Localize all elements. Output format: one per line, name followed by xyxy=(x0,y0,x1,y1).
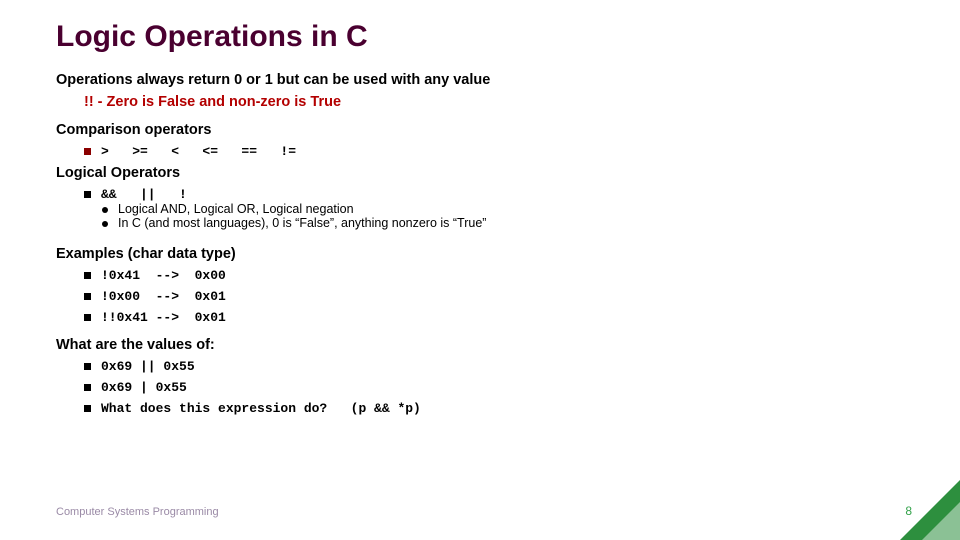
footer-text: Computer Systems Programming xyxy=(56,506,219,518)
values-3: What does this expression do? (p && *p) xyxy=(84,401,904,416)
slide-title: Logic Operations in C xyxy=(56,20,904,54)
disc-bullet-icon xyxy=(102,221,108,227)
logical-ops: && || ! xyxy=(101,187,187,202)
values-2: 0x69 | 0x55 xyxy=(84,380,904,395)
square-bullet-icon xyxy=(84,405,91,412)
values-2-text: 0x69 | 0x55 xyxy=(101,380,187,395)
example-2-text: !0x00 --> 0x01 xyxy=(101,289,226,304)
intro-sub-text: !! - Zero is False and non-zero is True xyxy=(84,94,341,110)
intro-text: Operations always return 0 or 1 but can … xyxy=(56,72,904,88)
square-bullet-icon xyxy=(84,363,91,370)
square-bullet-icon xyxy=(84,272,91,279)
example-1: !0x41 --> 0x00 xyxy=(84,268,904,283)
logical-ops-line: && || ! xyxy=(84,187,904,202)
intro-sub: !! - Zero is False and non-zero is True xyxy=(84,94,904,110)
square-bullet-icon xyxy=(84,293,91,300)
logical-desc-2-text: In C (and most languages), 0 is “False”,… xyxy=(118,216,486,230)
square-bullet-icon xyxy=(84,148,91,155)
examples-heading: Examples (char data type) xyxy=(56,246,904,262)
logical-heading: Logical Operators xyxy=(56,165,904,181)
comparison-ops: > >= < <= == != xyxy=(101,144,296,159)
example-2: !0x00 --> 0x01 xyxy=(84,289,904,304)
logical-desc-1: Logical AND, Logical OR, Logical negatio… xyxy=(102,202,904,216)
square-bullet-icon xyxy=(84,384,91,391)
logical-desc-2: In C (and most languages), 0 is “False”,… xyxy=(102,216,904,230)
values-1: 0x69 || 0x55 xyxy=(84,359,904,374)
values-3-text: What does this expression do? (p && *p) xyxy=(101,401,421,416)
comparison-ops-line: > >= < <= == != xyxy=(84,144,904,159)
logical-desc-1-text: Logical AND, Logical OR, Logical negatio… xyxy=(118,202,354,216)
disc-bullet-icon xyxy=(102,207,108,213)
example-3-text: !!0x41 --> 0x01 xyxy=(101,310,226,325)
corner-decoration-overlay xyxy=(922,502,960,540)
example-1-text: !0x41 --> 0x00 xyxy=(101,268,226,283)
square-bullet-icon xyxy=(84,314,91,321)
comparison-heading: Comparison operators xyxy=(56,122,904,138)
square-bullet-icon xyxy=(84,191,91,198)
example-3: !!0x41 --> 0x01 xyxy=(84,310,904,325)
values-heading: What are the values of: xyxy=(56,337,904,353)
values-1-text: 0x69 || 0x55 xyxy=(101,359,195,374)
slide: Logic Operations in C Operations always … xyxy=(0,0,960,540)
